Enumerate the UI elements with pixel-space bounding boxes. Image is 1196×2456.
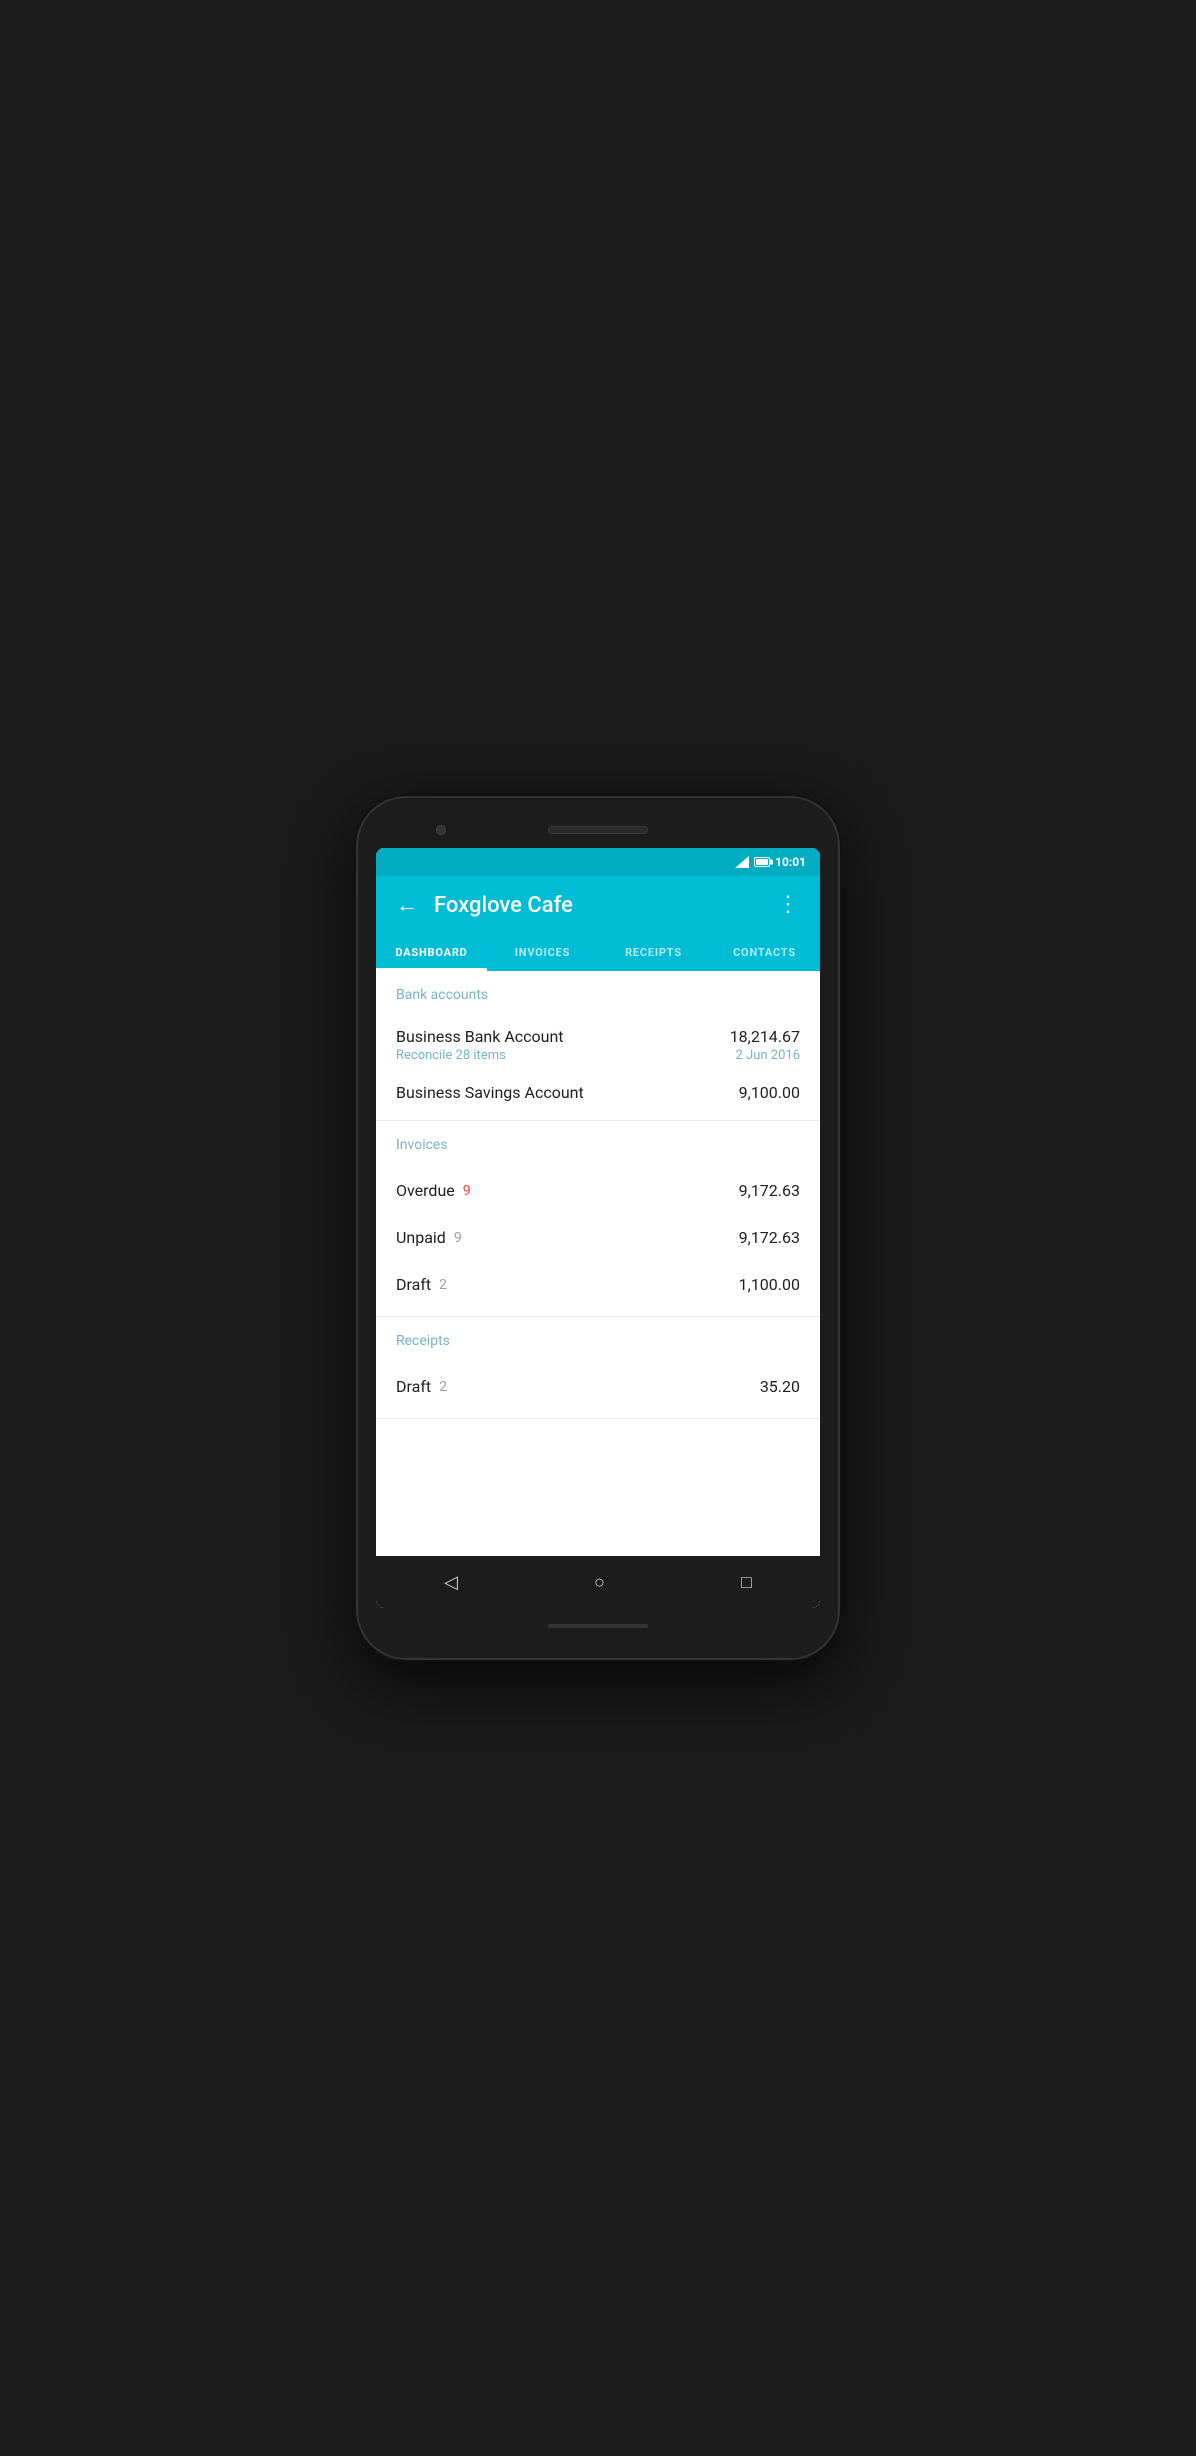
phone-bottom [376,1612,820,1640]
content-area: Bank accounts Business Bank Account Reco… [376,971,820,1556]
bank-account-1-sub: Reconcile 28 items [396,1048,564,1063]
bank-account-2-name: Business Savings Account [396,1083,584,1102]
invoices-overdue-value: 9,172.63 [739,1181,800,1200]
invoices-overdue-count: 9 [463,1183,471,1199]
home-bar [548,1624,648,1628]
invoices-unpaid-row[interactable]: Unpaid 9 9,172.63 [396,1214,800,1261]
bank-accounts-title: Bank accounts [396,987,800,1003]
bank-account-1-name: Business Bank Account [396,1027,564,1046]
camera [436,825,446,835]
receipts-draft-count: 2 [439,1379,447,1395]
battery-icon [754,857,770,867]
tabs-bar: DASHBOARD INVOICES RECEIPTS CONTACTS [376,934,820,971]
bank-account-item-2[interactable]: Business Savings Account 9,100.00 [396,1073,800,1112]
bank-account-1-right: 18,214.67 2 Jun 2016 [730,1027,800,1063]
signal-icon [735,856,749,868]
phone-frame: 10:01 ← Foxglove Cafe ⋮ DASHBOARD INVOIC… [358,798,838,1658]
invoices-unpaid-count: 9 [454,1230,462,1246]
more-button[interactable]: ⋮ [773,894,804,915]
receipts-section: Receipts Draft 2 35.20 [376,1317,820,1419]
nav-recent-button[interactable]: □ [741,1572,752,1593]
invoices-unpaid-value: 9,172.63 [739,1228,800,1247]
bank-accounts-section: Bank accounts Business Bank Account Reco… [376,971,820,1121]
invoices-draft-row[interactable]: Draft 2 1,100.00 [396,1261,800,1308]
back-button[interactable]: ← [392,888,422,922]
status-icons: 10:01 [735,855,806,869]
phone-screen: 10:01 ← Foxglove Cafe ⋮ DASHBOARD INVOIC… [376,848,820,1608]
invoices-unpaid-label: Unpaid [396,1228,446,1247]
bank-account-1-date: 2 Jun 2016 [730,1048,800,1063]
phone-top [376,816,820,844]
tab-receipts[interactable]: RECEIPTS [598,934,709,971]
bank-account-2-value: 9,100.00 [739,1083,800,1102]
invoices-section: Invoices Overdue 9 9,172.63 Unpaid 9 9,1… [376,1121,820,1317]
speaker [548,826,648,834]
invoices-draft-value: 1,100.00 [739,1275,800,1294]
invoices-overdue-row[interactable]: Overdue 9 9,172.63 [396,1167,800,1214]
receipts-draft-label-group: Draft 2 [396,1377,447,1396]
app-bar: ← Foxglove Cafe ⋮ [376,876,820,934]
invoices-draft-count: 2 [439,1277,447,1293]
tab-contacts[interactable]: CONTACTS [709,934,820,971]
app-title: Foxglove Cafe [434,893,761,918]
invoices-overdue-label-group: Overdue 9 [396,1181,471,1200]
invoices-draft-label-group: Draft 2 [396,1275,447,1294]
nav-back-button[interactable]: ◁ [444,1572,458,1593]
invoices-title: Invoices [396,1137,800,1153]
bank-account-1-left: Business Bank Account Reconcile 28 items [396,1027,564,1063]
nav-home-button[interactable]: ○ [594,1572,605,1593]
receipts-draft-row[interactable]: Draft 2 35.20 [396,1363,800,1410]
bank-account-item-1[interactable]: Business Bank Account Reconcile 28 items… [396,1017,800,1073]
invoices-unpaid-label-group: Unpaid 9 [396,1228,462,1247]
invoices-draft-label: Draft [396,1275,431,1294]
tab-invoices[interactable]: INVOICES [487,934,598,971]
receipts-draft-label: Draft [396,1377,431,1396]
bank-account-2-right: 9,100.00 [739,1083,800,1102]
tab-dashboard[interactable]: DASHBOARD [376,934,487,971]
invoices-overdue-label: Overdue [396,1181,455,1200]
status-bar: 10:01 [376,848,820,876]
bottom-nav: ◁ ○ □ [376,1556,820,1608]
bank-account-2-left: Business Savings Account [396,1083,584,1102]
receipts-draft-value: 35.20 [760,1377,800,1396]
status-time: 10:01 [775,855,806,869]
bank-account-1-value: 18,214.67 [730,1027,800,1046]
receipts-title: Receipts [396,1333,800,1349]
